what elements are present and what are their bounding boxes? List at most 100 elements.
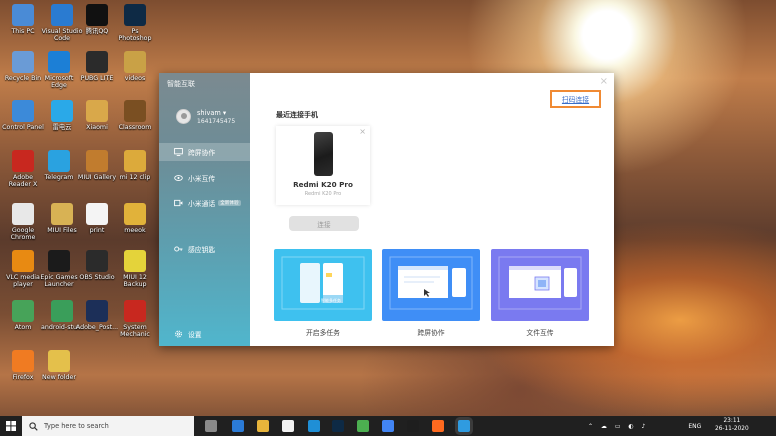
- taskbar-app-icon[interactable]: [407, 420, 419, 432]
- system-tray: ⌃ ☁ ▭ ◐ ♪ ENG: [588, 416, 701, 436]
- app-icon: [86, 300, 108, 322]
- desktop-icon-label: This PC: [11, 28, 35, 35]
- desktop-icon[interactable]: Classroom: [113, 100, 157, 131]
- app-icon: [12, 250, 34, 272]
- desktop-icon[interactable]: meeok: [113, 203, 157, 234]
- desktop-icon-label: Atom: [14, 324, 32, 331]
- feature-file-transfer[interactable]: 文件互传: [491, 249, 589, 337]
- desktop-icon[interactable]: mi 12 clip: [113, 150, 157, 181]
- desktop-icon[interactable]: Atom: [1, 300, 45, 331]
- remove-icon[interactable]: ×: [359, 127, 366, 136]
- taskbar-app-icon[interactable]: [332, 420, 344, 432]
- file-transfer-illustration: [498, 256, 582, 310]
- sidebar-item-key[interactable]: 感应钥匙: [159, 240, 250, 258]
- app-icon: [12, 150, 34, 172]
- clock-time: 23:11: [723, 418, 741, 424]
- desktop-icon[interactable]: Google Chrome: [1, 203, 45, 241]
- sidebar-item-cross-screen[interactable]: 跨屏协作: [159, 143, 250, 161]
- user-id: 1641745475: [197, 118, 236, 125]
- feature-label: 跨屏协作: [417, 329, 445, 337]
- app-icon: [124, 150, 146, 172]
- taskbar-app-icon[interactable]: [382, 420, 394, 432]
- feature-cross-screen[interactable]: 跨屏协作: [382, 249, 480, 337]
- sidebar-item-label: 感应钥匙: [188, 246, 216, 254]
- feature-label: 开启多任务: [306, 329, 340, 337]
- taskbar-search[interactable]: Type here to search: [22, 416, 194, 436]
- desktop-icon[interactable]: Ps Photoshop: [113, 4, 157, 42]
- desktop-icon-label: New folder: [41, 374, 76, 381]
- app-icon: [86, 150, 108, 172]
- taskbar-app-icon[interactable]: [257, 420, 269, 432]
- taskbar-app-icon[interactable]: [432, 420, 444, 432]
- app-icon: [124, 300, 146, 322]
- desktop-icon-label: Google Chrome: [10, 227, 36, 242]
- app-icon: [12, 203, 34, 225]
- app-icon: [124, 203, 146, 225]
- eye-share-icon: [174, 175, 183, 181]
- search-placeholder: Type here to search: [44, 422, 109, 430]
- language-indicator[interactable]: ENG: [688, 423, 701, 430]
- desktop-icon-label: meeok: [124, 227, 146, 234]
- desktop-icon-label: mi 12 clip: [119, 174, 151, 181]
- clock[interactable]: 23:11 26-11-2020: [715, 418, 749, 433]
- file-transfer-tile: [491, 249, 589, 321]
- start-button[interactable]: [0, 416, 22, 436]
- app-icon: [48, 51, 70, 73]
- desktop-icon[interactable]: Control Panel: [1, 100, 45, 131]
- app-icon: [12, 51, 34, 73]
- connect-button[interactable]: 连接: [289, 216, 359, 231]
- app-icon: [12, 350, 34, 372]
- phone-name: Redmi K20 Pro: [293, 180, 353, 189]
- sidebar-item-settings[interactable]: 设置: [159, 325, 250, 343]
- phone-model: Redmi K20 Pro: [304, 191, 342, 197]
- app-icon: [86, 250, 108, 272]
- close-icon[interactable]: ×: [600, 76, 608, 87]
- app-icon: [124, 250, 146, 272]
- desktop-icon-label: videos: [124, 75, 146, 82]
- avatar[interactable]: [176, 109, 191, 124]
- feature-multitask[interactable]: 智能多任务 开启多任务: [274, 249, 372, 337]
- desktop-icon[interactable]: This PC: [1, 4, 45, 35]
- smart-connect-window: 智能互联 shivam ▾ 1641745475 跨屏协作 小米互传 小米通话 …: [159, 73, 614, 346]
- multitask-tile: 智能多任务: [274, 249, 372, 321]
- taskbar-app-icon[interactable]: [282, 420, 294, 432]
- desktop-icon-label: Control Panel: [2, 124, 44, 131]
- app-icon: [86, 100, 108, 122]
- desktop-icon[interactable]: New folder: [37, 350, 81, 381]
- app-icon: [124, 51, 146, 73]
- desktop-icon-label: System Mechanic: [120, 324, 150, 339]
- taskbar-app-icon[interactable]: [458, 420, 470, 432]
- main-panel: × 扫码连接 最近连接手机 × Redmi K20 Pro Redmi K20 …: [250, 73, 614, 346]
- taskbar-app-icon[interactable]: [205, 420, 217, 432]
- desktop-icon[interactable]: videos: [113, 51, 157, 82]
- scan-to-connect-link[interactable]: 扫码连接: [550, 90, 601, 108]
- taskbar-app-icon[interactable]: [308, 420, 320, 432]
- tray-icons: ⌃ ☁ ▭ ◐ ♪: [588, 422, 649, 430]
- search-icon: [29, 421, 38, 431]
- sidebar-item-label: 小米互传: [188, 175, 216, 183]
- app-icon: [124, 100, 146, 122]
- sidebar: 智能互联 shivam ▾ 1641745475 跨屏协作 小米互传 小米通话 …: [159, 73, 250, 346]
- app-icon: [51, 100, 73, 122]
- recent-phones-title: 最近连接手机: [276, 111, 318, 119]
- gear-icon: [175, 330, 182, 338]
- phone-image: [314, 132, 333, 176]
- clock-date: 26-11-2020: [715, 425, 749, 432]
- phone-card[interactable]: × Redmi K20 Pro Redmi K20 Pro: [276, 126, 370, 205]
- video-call-icon: [174, 199, 183, 207]
- taskbar-app-icon[interactable]: [232, 420, 244, 432]
- app-icon: [48, 350, 70, 372]
- monitor-icon: [174, 148, 183, 156]
- app-icon: [51, 4, 73, 26]
- app-icon: [51, 203, 73, 225]
- screen-tag: 智能多任务: [321, 298, 341, 303]
- sidebar-item-call[interactable]: 小米通话 全新体验: [159, 194, 250, 212]
- app-icon: [124, 4, 146, 26]
- user-name[interactable]: shivam ▾: [197, 109, 226, 117]
- desktop-icon[interactable]: System Mechanic: [113, 300, 157, 338]
- desktop-icon[interactable]: MIUI 12 Backup: [113, 250, 157, 288]
- sidebar-item-share[interactable]: 小米互传: [159, 169, 250, 187]
- taskbar-app-icon[interactable]: [357, 420, 369, 432]
- sidebar-item-label: 小米通话: [188, 200, 216, 208]
- app-icon: [12, 300, 34, 322]
